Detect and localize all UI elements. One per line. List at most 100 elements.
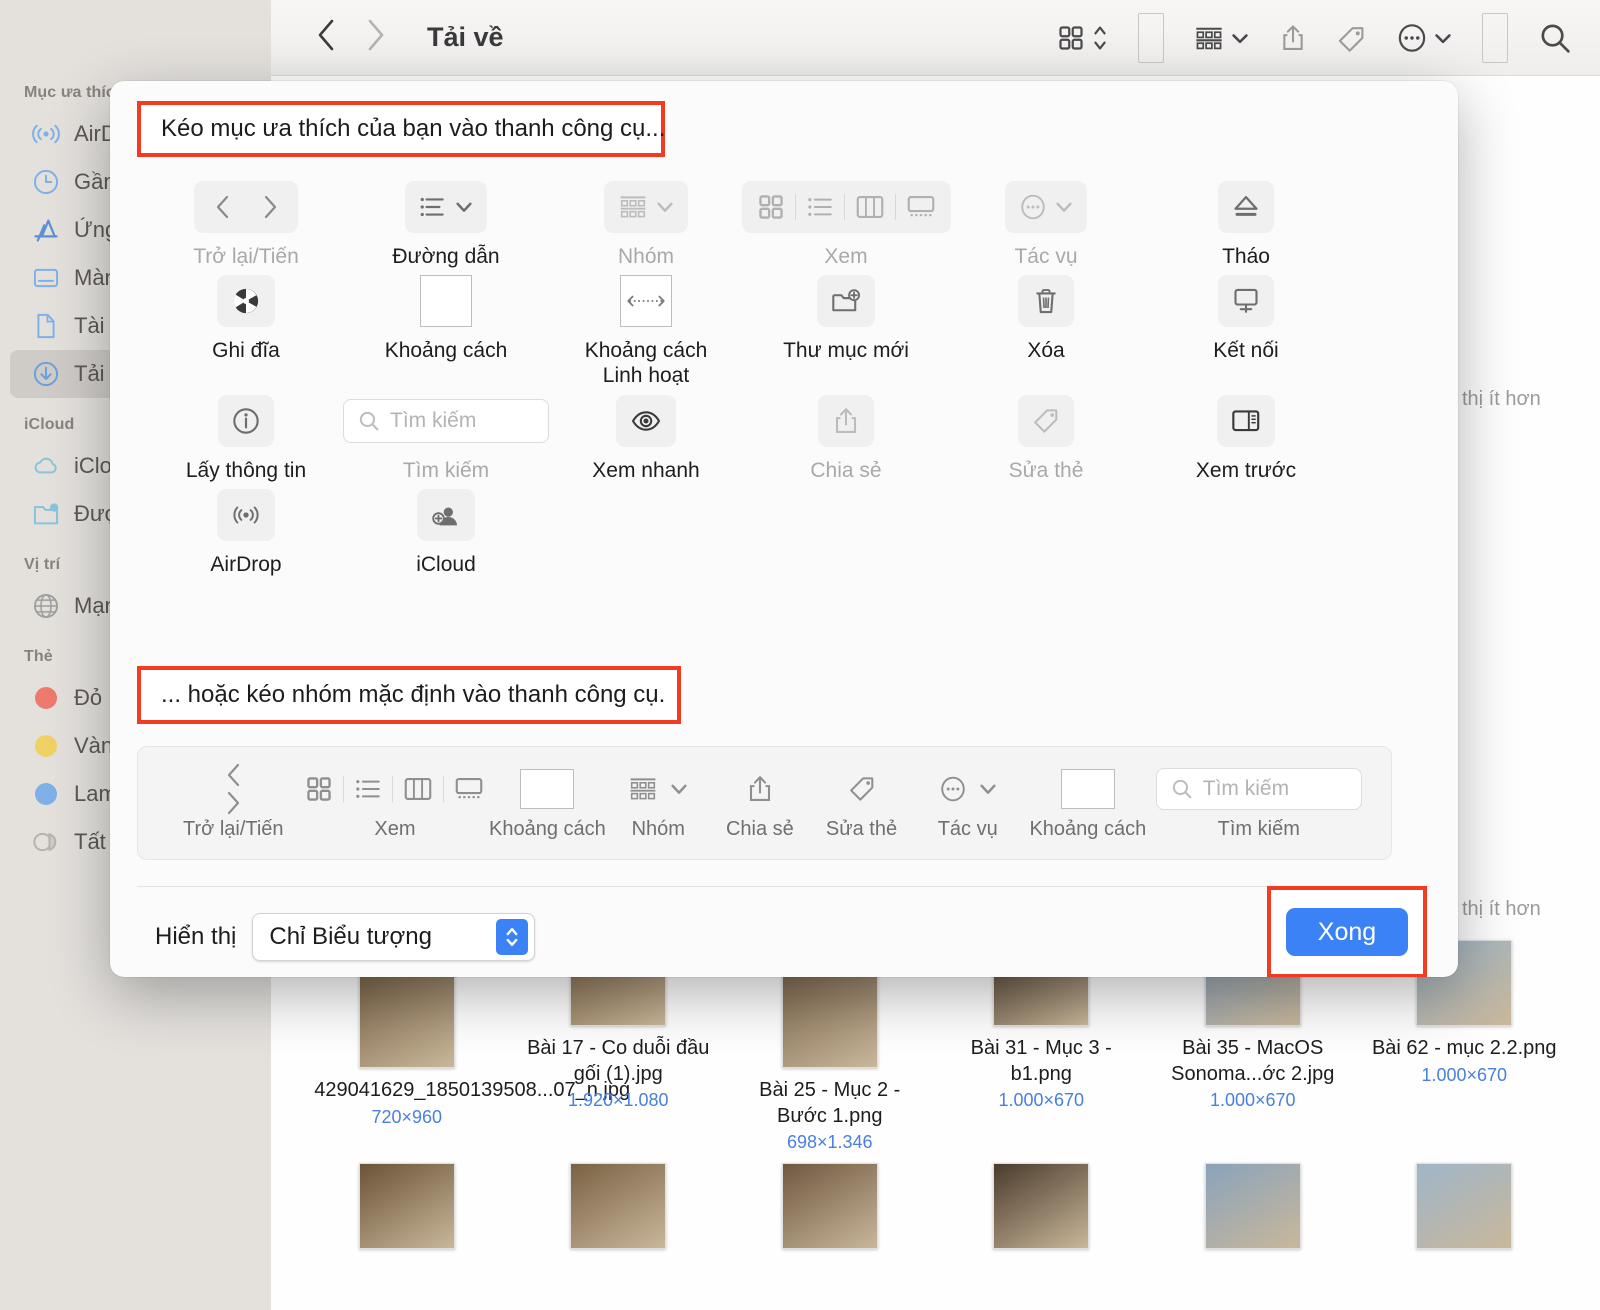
palette-item-airdrop[interactable]: AirDrop [146, 489, 346, 577]
palette-item-actions[interactable]: Tác vụ [946, 181, 1146, 269]
palette-item-label: Khoảng cách Linh hoạt [585, 338, 708, 388]
burn-icon[interactable] [217, 275, 275, 327]
palette-item-label: Lấy thông tin [186, 458, 306, 483]
file-item[interactable] [734, 1163, 926, 1249]
search-input[interactable]: Tìm kiếm [1156, 768, 1362, 810]
toolbar-spacer-1 [1138, 13, 1164, 63]
file-item[interactable] [523, 1163, 715, 1249]
new-folder-icon[interactable] [817, 275, 875, 327]
palette-item-eject[interactable]: Tháo [1146, 181, 1346, 269]
quicklook-eye-icon[interactable] [616, 395, 676, 447]
tag-icon[interactable] [1018, 395, 1074, 447]
palette-item-search-field[interactable]: Tìm kiếmTìm kiếm [346, 395, 546, 483]
forward-button[interactable] [365, 17, 387, 58]
show-popup-button[interactable]: Chỉ Biểu tượng [252, 913, 535, 961]
default-item-label: Khoảng cách [1029, 818, 1146, 841]
share-button[interactable] [1279, 23, 1307, 53]
file-item[interactable] [1369, 1163, 1561, 1249]
hint-bottom-text: ... hoặc kéo nhóm mặc định vào thanh côn… [161, 681, 665, 709]
view-modes-icon[interactable] [306, 766, 483, 812]
space-icon[interactable] [520, 769, 574, 809]
palette-item-label: Chia sẻ [810, 458, 881, 483]
show-label: Hiển thị [155, 923, 236, 951]
info-icon[interactable] [218, 395, 274, 447]
back-forward-icon[interactable] [212, 766, 254, 812]
palette-item-flexible-space[interactable]: Khoảng cách Linh hoạt [546, 275, 746, 388]
flexible-space-icon[interactable] [620, 275, 672, 327]
default-item-share[interactable]: Chia sẻ [709, 766, 811, 841]
search-placeholder: Tìm kiếm [390, 409, 476, 433]
palette-item-label: Thư mục mới [783, 338, 909, 363]
default-item-space[interactable]: Khoảng cách [487, 766, 607, 841]
default-toolbar-set[interactable]: Trở lại/Tiến Xem Khoảng cách Nhóm Chia sẻSửa… [137, 746, 1392, 860]
icloud-share-icon[interactable] [417, 489, 475, 541]
customize-toolbar-sheet: Kéo mục ưa thích của bạn vào thanh công … [110, 81, 1458, 977]
default-item-space[interactable]: Khoảng cách [1023, 766, 1152, 841]
back-forward-icon[interactable] [194, 181, 298, 233]
palette-item-path[interactable]: Đường dẫn [346, 181, 546, 269]
group-by-icon[interactable] [628, 766, 688, 812]
trash-icon[interactable] [1018, 275, 1074, 327]
default-item-group-by[interactable]: Nhóm [607, 766, 709, 841]
palette-item-quicklook-eye[interactable]: Xem nhanh [546, 395, 746, 483]
palette-item-view-modes[interactable]: Xem [746, 181, 946, 269]
palette-item-icloud-share[interactable]: iCloud [346, 489, 546, 577]
file-name: Bài 31 - Mục 3 - b1.png [949, 1036, 1134, 1087]
file-item[interactable] [946, 1163, 1138, 1249]
share-icon[interactable] [747, 766, 773, 812]
more-actions-button[interactable] [1397, 23, 1452, 53]
space-icon[interactable] [1061, 766, 1115, 812]
share-icon[interactable] [818, 395, 874, 447]
space-icon[interactable] [520, 766, 574, 812]
done-button[interactable]: Xong [1286, 908, 1408, 956]
palette-item-back-forward[interactable]: Trở lại/Tiến [146, 181, 346, 269]
palette-item-share[interactable]: Chia sẻ [746, 395, 946, 483]
actions-icon[interactable] [939, 766, 997, 812]
path-icon[interactable] [405, 181, 487, 233]
default-item-label: Xem [374, 818, 415, 841]
palette-item-info[interactable]: Lấy thông tin [146, 395, 346, 483]
palette-item-group-by[interactable]: Nhóm [546, 181, 746, 269]
view-grid-button[interactable] [1057, 23, 1108, 53]
palette-item-connect-server[interactable]: Kết nối [1146, 275, 1346, 388]
group-by-button[interactable] [1194, 24, 1249, 52]
desktop-icon [32, 264, 60, 292]
default-item-back-forward[interactable]: Trở lại/Tiến [164, 766, 303, 841]
palette-item-label: Xem trước [1196, 458, 1296, 483]
back-button[interactable] [315, 17, 337, 58]
search-input[interactable]: Tìm kiếm [343, 399, 549, 443]
palette-item-label: Xem [824, 244, 867, 269]
search-field-icon[interactable]: Tìm kiếm [1156, 766, 1362, 812]
default-item-tag[interactable]: Sửa thẻ [811, 766, 913, 841]
search-button[interactable] [1538, 21, 1572, 55]
palette-item-new-folder[interactable]: Thư mục mới [746, 275, 946, 388]
palette-item-preview-pane[interactable]: Xem trước [1146, 395, 1346, 483]
file-dimensions: 698×1.346 [787, 1132, 873, 1153]
preview-pane-icon[interactable] [1217, 395, 1275, 447]
view-modes-icon[interactable] [306, 776, 483, 802]
connect-server-icon[interactable] [1218, 275, 1274, 327]
nav-buttons[interactable] [315, 17, 387, 58]
back-forward-icon[interactable] [212, 761, 254, 817]
palette-item-burn[interactable]: Ghi đĩa [146, 275, 346, 388]
tag-icon[interactable] [848, 766, 876, 812]
actions-icon[interactable] [1005, 181, 1087, 233]
default-item-actions[interactable]: Tác vụ [912, 766, 1023, 841]
file-item[interactable] [311, 1163, 503, 1249]
space-icon[interactable] [1061, 769, 1115, 809]
palette-item-trash[interactable]: Xóa [946, 275, 1146, 388]
hint-bottom-highlight: ... hoặc kéo nhóm mặc định vào thanh côn… [137, 666, 681, 724]
space-icon[interactable] [420, 275, 472, 327]
default-item-search-field[interactable]: Tìm kiếmTìm kiếm [1153, 766, 1365, 841]
palette-item-tag[interactable]: Sửa thẻ [946, 395, 1146, 483]
eject-icon[interactable] [1218, 181, 1274, 233]
default-item-label: Nhóm [632, 818, 685, 841]
airdrop-icon[interactable] [217, 489, 275, 541]
palette-item-label: Ghi đĩa [212, 338, 280, 363]
tag-button[interactable] [1337, 24, 1367, 52]
file-item[interactable] [1157, 1163, 1349, 1249]
palette-item-space[interactable]: Khoảng cách [346, 275, 546, 388]
default-item-view-modes[interactable]: Xem [303, 766, 488, 841]
group-by-icon[interactable] [604, 181, 688, 233]
view-modes-icon[interactable] [758, 194, 935, 220]
